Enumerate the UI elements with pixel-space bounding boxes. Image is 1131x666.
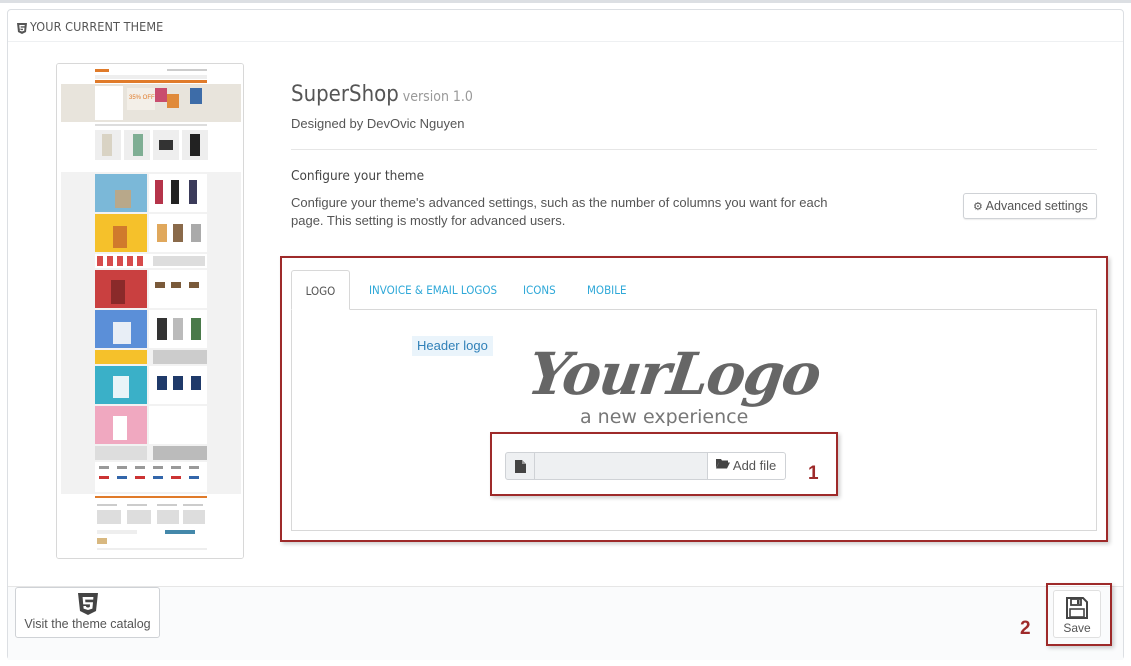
- configure-title: Configure your theme: [291, 168, 425, 184]
- file-icon: [515, 460, 526, 478]
- html5-icon: [77, 593, 98, 617]
- advanced-settings-label: Advanced settings: [985, 199, 1088, 213]
- tab-mobile[interactable]: MOBILE: [587, 270, 627, 310]
- header-logo-label: Header logo: [412, 336, 493, 356]
- current-logo-image: YourLogo a new experience: [524, 336, 828, 428]
- promo-text: 35% OFF: [129, 95, 155, 101]
- folder-open-icon: [716, 452, 730, 478]
- tab-icons[interactable]: ICONS: [523, 270, 556, 310]
- theme-name-text: SuperShop: [291, 82, 399, 107]
- panel-heading: YOUR CURRENT THEME: [8, 10, 1123, 42]
- configure-description: Configure your theme's advanced settings…: [291, 195, 828, 228]
- annotation-number-2: 2: [1020, 618, 1031, 639]
- add-file-button[interactable]: Add file: [707, 452, 786, 480]
- advanced-settings-button[interactable]: ⚙ Advanced settings: [963, 193, 1097, 219]
- add-file-label: Add file: [732, 458, 777, 473]
- floppy-disk-icon: [1066, 597, 1088, 621]
- file-name-input[interactable]: [534, 452, 708, 480]
- theme-name: SuperShop version 1.0: [291, 82, 473, 107]
- panel-footer: [8, 586, 1123, 660]
- logo-tabs: LOGO INVOICE & EMAIL LOGOS ICONS MOBILE: [291, 270, 1096, 310]
- logo-sub-text: a new experience: [580, 406, 748, 426]
- tab-invoice-email-logos[interactable]: INVOICE & EMAIL LOGOS: [369, 270, 497, 310]
- visit-theme-catalog-label: Visit the theme catalog: [24, 617, 151, 631]
- panel-title: YOUR CURRENT THEME: [30, 19, 164, 34]
- visit-theme-catalog-button[interactable]: Visit the theme catalog: [15, 587, 160, 638]
- gear-icon: ⚙: [973, 201, 983, 213]
- annotation-number-1: 1: [808, 463, 819, 484]
- file-icon-button[interactable]: [505, 452, 535, 480]
- theme-preview-image: 35% OFF: [56, 63, 244, 559]
- top-border: [0, 0, 1131, 3]
- theme-designer: Designed by DevOvic Nguyen: [291, 116, 465, 131]
- save-label: Save: [1063, 621, 1091, 635]
- logo-main-text: YourLogo: [528, 339, 824, 408]
- html5-icon: [17, 21, 27, 39]
- save-button[interactable]: Save: [1053, 590, 1101, 638]
- logo-file-upload: Add file: [505, 452, 786, 480]
- theme-version: version 1.0: [402, 89, 473, 105]
- divider: [291, 149, 1097, 150]
- tab-logo[interactable]: LOGO: [291, 270, 350, 310]
